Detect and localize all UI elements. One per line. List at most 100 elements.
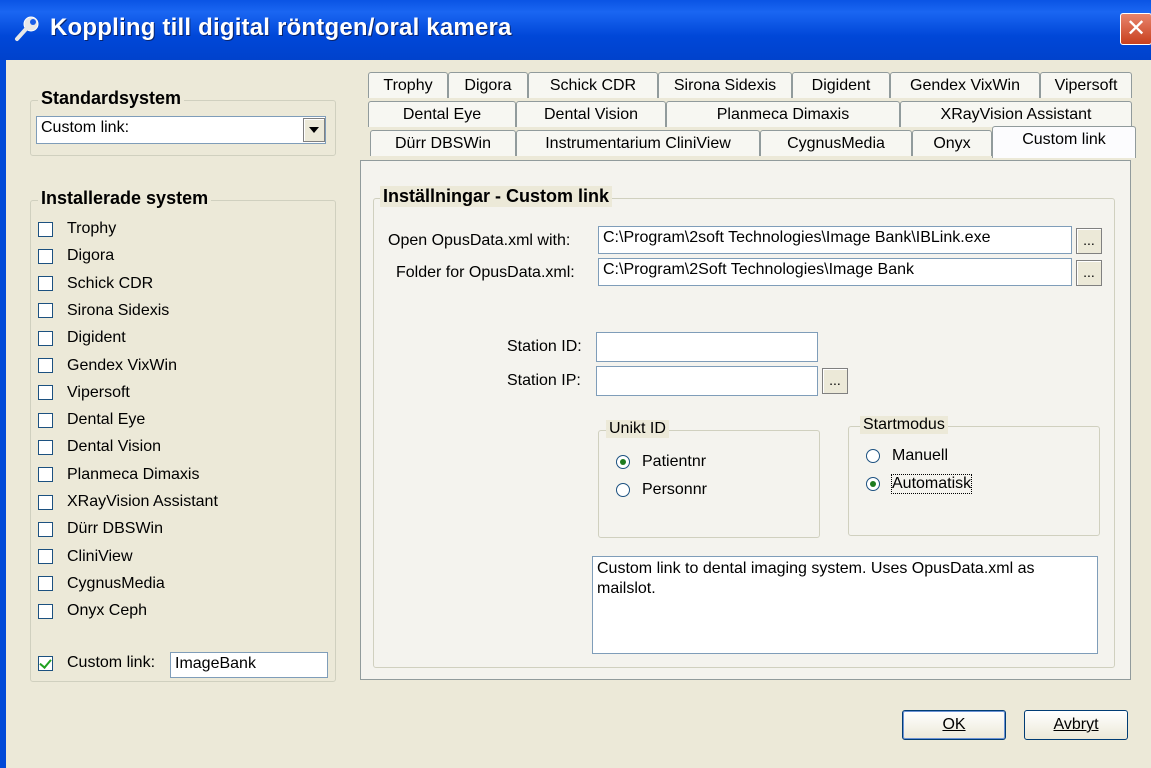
chevron-down-icon[interactable] <box>303 118 325 142</box>
tab-trophy[interactable]: Trophy <box>368 72 448 98</box>
installed-item-label: Onyx Ceph <box>67 602 148 620</box>
open-with-input[interactable]: C:\Program\2soft Technologies\Image Bank… <box>598 226 1072 254</box>
radio-button[interactable] <box>616 455 630 469</box>
installed-item-d-rr-dbswin[interactable]: Dürr DBSWin <box>38 516 163 542</box>
tab-instrumentarium-cliniview[interactable]: Instrumentarium CliniView <box>516 130 760 156</box>
checkbox[interactable] <box>38 603 53 619</box>
settings-title: Inställningar - Custom link <box>380 186 613 207</box>
installed-item-cliniview[interactable]: CliniView <box>38 544 133 570</box>
custom-link-label: Custom link: <box>67 654 156 671</box>
checkbox[interactable] <box>38 385 53 401</box>
custom-link-checkbox[interactable] <box>38 655 53 671</box>
installed-item-sirona-sidexis[interactable]: Sirona Sidexis <box>38 298 169 324</box>
folder-label: Folder for OpusData.xml: <box>396 264 575 281</box>
cancel-label: Avbryt <box>1053 716 1099 733</box>
checkbox[interactable] <box>38 330 53 346</box>
close-button[interactable]: ✕ <box>1120 13 1151 45</box>
ok-button[interactable]: OK <box>902 710 1006 740</box>
custom-link-checkbox-row[interactable]: Custom link: <box>38 650 155 676</box>
radio-option-automatisk[interactable]: Automatisk <box>866 472 973 496</box>
installed-item-label: CygnusMedia <box>67 574 165 592</box>
window-left-border <box>0 60 6 768</box>
tab-dental-eye[interactable]: Dental Eye <box>368 101 516 127</box>
folder-browse-button[interactable]: ... <box>1076 260 1102 286</box>
installed-item-xrayvision-assistant[interactable]: XRayVision Assistant <box>38 489 218 515</box>
checkbox[interactable] <box>38 276 53 292</box>
station-ip-input[interactable] <box>596 366 818 396</box>
installed-item-label: Planmeca Dimaxis <box>67 465 200 483</box>
installed-item-label: Digident <box>67 329 126 347</box>
radio-label: Patientnr <box>642 453 707 470</box>
installed-item-label: Dental Vision <box>67 438 161 456</box>
installed-item-digora[interactable]: Digora <box>38 243 114 269</box>
checkbox[interactable] <box>38 576 53 592</box>
open-with-browse-button[interactable]: ... <box>1076 228 1102 254</box>
tab-onyx[interactable]: Onyx <box>912 130 992 156</box>
installed-item-vipersoft[interactable]: Vipersoft <box>38 380 130 406</box>
checkbox[interactable] <box>38 303 53 319</box>
checkbox[interactable] <box>38 467 53 483</box>
ok-label: OK <box>942 716 966 733</box>
station-id-label: Station ID: <box>507 338 582 355</box>
tab-digident[interactable]: Digident <box>792 72 890 98</box>
tab-planmeca-dimaxis[interactable]: Planmeca Dimaxis <box>666 101 900 127</box>
custom-link-name-input[interactable]: ImageBank <box>170 652 328 678</box>
radio-option-manuell[interactable]: Manuell <box>866 444 948 468</box>
installed-item-planmeca-dimaxis[interactable]: Planmeca Dimaxis <box>38 462 199 488</box>
installed-item-cygnusmedia[interactable]: CygnusMedia <box>38 571 165 597</box>
checkbox[interactable] <box>38 412 53 428</box>
radio-button[interactable] <box>616 483 630 497</box>
checkbox[interactable] <box>38 248 53 264</box>
unique-id-title: Unikt ID <box>606 420 669 438</box>
window-title: Koppling till digital röntgen/oral kamer… <box>50 14 512 41</box>
standard-system-select[interactable]: Custom link: <box>36 116 326 144</box>
tab-digora[interactable]: Digora <box>448 72 528 98</box>
installed-item-trophy[interactable]: Trophy <box>38 216 116 242</box>
checkbox[interactable] <box>38 521 53 537</box>
start-mode-title: Startmodus <box>860 416 948 434</box>
station-ip-browse-button[interactable]: ... <box>822 368 848 394</box>
installed-item-schick-cdr[interactable]: Schick CDR <box>38 271 153 297</box>
tab-sirona-sidexis[interactable]: Sirona Sidexis <box>658 72 792 98</box>
installed-item-dental-vision[interactable]: Dental Vision <box>38 434 161 460</box>
tab-xrayvision-assistant[interactable]: XRayVision Assistant <box>900 101 1132 127</box>
checkbox[interactable] <box>38 549 53 565</box>
cancel-button[interactable]: Avbryt <box>1024 710 1128 740</box>
tab-custom-link[interactable]: Custom link <box>992 126 1136 158</box>
installed-item-label: Trophy <box>67 220 117 237</box>
installed-item-label: Dental Eye <box>67 411 146 429</box>
folder-input[interactable]: C:\Program\2Soft Technologies\Image Bank <box>598 258 1072 286</box>
checkbox[interactable] <box>38 439 53 455</box>
radio-label: Manuell <box>892 447 949 464</box>
installed-item-label: Vipersoft <box>67 383 130 401</box>
installed-item-label: XRayVision Assistant <box>67 493 218 510</box>
tab-gendex-vixwin[interactable]: Gendex VixWin <box>890 72 1040 98</box>
standard-system-title: Standardsystem <box>38 88 185 109</box>
wrench-icon <box>15 16 39 41</box>
tab-d-rr-dbswin[interactable]: Dürr DBSWin <box>370 130 516 156</box>
installed-item-digident[interactable]: Digident <box>38 325 126 351</box>
station-id-input[interactable] <box>596 332 818 362</box>
installed-systems-title: Installerade system <box>38 188 212 209</box>
radio-button[interactable] <box>866 449 880 463</box>
installed-item-dental-eye[interactable]: Dental Eye <box>38 407 145 433</box>
checkbox[interactable] <box>38 358 53 373</box>
tab-cygnusmedia[interactable]: CygnusMedia <box>760 130 912 156</box>
radio-button[interactable] <box>866 477 880 491</box>
installed-item-gendex-vixwin[interactable]: Gendex VixWin <box>38 353 177 379</box>
checkbox[interactable] <box>38 221 53 237</box>
description-textarea[interactable]: Custom link to dental imaging system. Us… <box>592 556 1098 654</box>
checkbox[interactable] <box>38 494 53 510</box>
radio-option-personnr[interactable]: Personnr <box>616 478 707 502</box>
installed-item-label: Digora <box>67 247 115 265</box>
open-with-label: Open OpusData.xml with: <box>388 232 571 249</box>
tab-schick-cdr[interactable]: Schick CDR <box>528 72 658 98</box>
installed-item-label: Sirona Sidexis <box>67 301 170 319</box>
tab-vipersoft[interactable]: Vipersoft <box>1040 72 1132 98</box>
radio-label: Personnr <box>642 481 707 498</box>
tab-dental-vision[interactable]: Dental Vision <box>516 101 666 127</box>
installed-item-label: Dürr DBSWin <box>67 520 164 538</box>
installed-item-onyx-ceph[interactable]: Onyx Ceph <box>38 598 147 624</box>
radio-option-patientnr[interactable]: Patientnr <box>616 450 706 474</box>
installed-item-label: Gendex VixWin <box>67 356 177 374</box>
